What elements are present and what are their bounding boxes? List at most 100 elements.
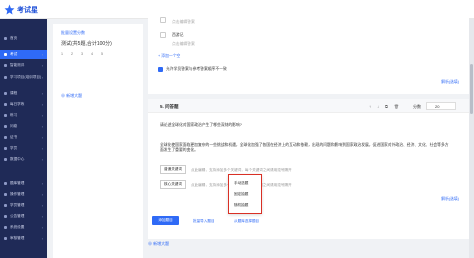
- add-section-label: 新增大题: [153, 241, 170, 246]
- sidebar-item[interactable]: 操作管理 ›: [0, 190, 47, 199]
- fill-blank-card: 点击编辑答案 西游记 点击编辑答案 + 添加一个空 允许学员答案与参考答案顺序不…: [148, 0, 469, 94]
- add-section-button[interactable]: ⊕ 新增大题: [61, 93, 82, 99]
- option-radio[interactable]: [160, 17, 166, 23]
- question-title: 5. 问答题: [160, 104, 179, 109]
- sidebar-item[interactable]: 证书 ›: [0, 133, 47, 142]
- sidebar-item[interactable]: 首页: [0, 34, 47, 43]
- question-number[interactable]: 1: [61, 52, 63, 56]
- sidebar-item[interactable]: 学员管理 ›: [0, 201, 47, 210]
- menu-icon: [4, 158, 7, 161]
- parse-link[interactable]: 解析(选填): [441, 197, 459, 202]
- sidebar-item[interactable]: 问卷 ›: [0, 122, 47, 131]
- menu-icon: [4, 92, 7, 95]
- chevron-icon: ›: [41, 135, 43, 140]
- star-logo-icon: [4, 4, 15, 15]
- option-text[interactable]: 西游记: [172, 33, 183, 38]
- dropdown-item-fixed[interactable]: 固定抽题: [234, 192, 248, 197]
- reference-answer[interactable]: 全球化使国家面临更加复杂的一些挑战和机遇，全球化加强了各国在经济上的互动和依赖，…: [160, 143, 450, 153]
- menu-icon: [4, 125, 7, 128]
- option-placeholder[interactable]: 点击编辑答案: [172, 20, 195, 25]
- essay-question-card: 5. 问答题 ↑ ↓ ⧉ 🗑 分数 20 请论述全球化对国家政治产生了哪些深刻的…: [148, 99, 469, 239]
- question-number[interactable]: 2: [71, 52, 73, 56]
- sidebar-item-label: 练习: [10, 113, 18, 117]
- batch-import-link[interactable]: 批量导入题目: [193, 219, 215, 224]
- chevron-icon: ›: [41, 225, 43, 230]
- dropdown-item-random[interactable]: 随机抽题: [234, 203, 248, 208]
- checkbox-label: 允许学员答案与参考答案顺序不一致: [166, 67, 227, 71]
- scrollbar-thumb[interactable]: [470, 64, 473, 114]
- question-number[interactable]: 4: [91, 52, 93, 56]
- option-placeholder[interactable]: 点击编辑答案: [172, 42, 195, 47]
- sidebar-item[interactable]: 课程 ›: [0, 89, 47, 98]
- add-section-button[interactable]: ⊕ 新增大题: [148, 241, 169, 247]
- menu-icon: [4, 64, 7, 67]
- sidebar-item-label: 问卷: [10, 124, 18, 128]
- sidebar-item-label: 系统设置: [10, 225, 25, 229]
- sidebar-item[interactable]: 数据中心 ›: [0, 155, 47, 164]
- sidebar-item[interactable]: 题库管理 ›: [0, 179, 47, 188]
- question-number[interactable]: 3: [81, 52, 83, 56]
- menu-icon: [4, 237, 7, 240]
- menu-icon: [4, 147, 7, 150]
- score-label: 分数: [413, 104, 421, 109]
- question-header: 5. 问答题 ↑ ↓ ⧉ 🗑 分数 20: [148, 99, 469, 113]
- chevron-icon: ›: [41, 236, 43, 241]
- chevron-icon: ›: [41, 203, 43, 208]
- sidebar-item[interactable]: 练习 ›: [0, 111, 47, 120]
- normal-keyword-button[interactable]: 普通关键词: [160, 165, 186, 174]
- normal-keyword-input[interactable]: 点此编辑，支持添加多个关键词，每个关键词之间请用逗号隔开: [191, 168, 292, 173]
- chevron-icon: ›: [41, 146, 43, 151]
- move-down-icon[interactable]: ↓: [377, 104, 379, 109]
- chevron-icon: ›: [41, 75, 43, 80]
- move-up-icon[interactable]: ↑: [369, 104, 371, 109]
- menu-icon: [4, 193, 7, 196]
- sidebar-item[interactable]: 公告管理 ›: [0, 212, 47, 221]
- checkbox-checked-icon[interactable]: [158, 67, 163, 72]
- parse-link[interactable]: 解析(选填): [441, 80, 459, 85]
- chevron-icon: ›: [41, 113, 43, 118]
- add-blank-label: 添加一个空: [161, 54, 181, 58]
- score-input[interactable]: 20: [426, 102, 456, 110]
- option-radio[interactable]: [160, 32, 166, 38]
- add-section-label: 新增大题: [66, 93, 83, 98]
- logo[interactable]: 考试星: [4, 4, 38, 15]
- menu-icon: [4, 204, 7, 207]
- sidebar-item[interactable]: 学习项目(培训项目) ›: [0, 73, 47, 82]
- chevron-icon: ›: [41, 52, 43, 57]
- scrollbar[interactable]: [469, 19, 474, 258]
- chevron-icon: ›: [41, 157, 43, 162]
- sidebar-item-label: 学员管理: [10, 203, 25, 207]
- copy-icon[interactable]: ⧉: [385, 104, 388, 109]
- chevron-icon: ›: [41, 124, 43, 129]
- menu-icon: [4, 76, 7, 79]
- pick-from-bank-link[interactable]: 从题库选择题目: [234, 219, 259, 224]
- order-checkbox-row[interactable]: 允许学员答案与参考答案顺序不一致: [158, 67, 227, 72]
- sidebar-item[interactable]: 智能测评 ›: [0, 61, 47, 70]
- chevron-icon: ›: [41, 192, 43, 197]
- question-number[interactable]: 5: [101, 52, 103, 56]
- sidebar-item-label: 操作管理: [10, 192, 25, 196]
- sidebar-item[interactable]: 系统设置 ›: [0, 223, 47, 232]
- sidebar-item[interactable]: 考试 ›: [0, 50, 47, 59]
- chevron-icon: ›: [41, 102, 43, 107]
- delete-icon[interactable]: 🗑: [394, 104, 399, 109]
- question-tools: ↑ ↓ ⧉ 🗑: [369, 104, 399, 109]
- menu-icon: [4, 103, 7, 106]
- sidebar-item[interactable]: 审核管理 ›: [0, 234, 47, 243]
- sidebar-item-label: 考试: [10, 52, 18, 56]
- sidebar-item-label: 学习项目(培训项目): [10, 75, 42, 79]
- menu-icon: [4, 215, 7, 218]
- batch-score-link[interactable]: 批量设置分数: [61, 30, 85, 36]
- core-keyword-button[interactable]: 核心关键词: [160, 180, 186, 189]
- exam-title: 测试(共5题,合计100分): [61, 41, 112, 47]
- add-blank-link[interactable]: + 添加一个空: [158, 54, 180, 59]
- sidebar-item[interactable]: 每日学练 ›: [0, 100, 47, 109]
- sidebar-item-label: 数据中心: [10, 157, 25, 161]
- add-question-dropdown: 手动选题 固定抽题 随机抽题: [228, 174, 262, 214]
- dropdown-item-manual[interactable]: 手动选题: [234, 181, 248, 186]
- sidebar-item[interactable]: 学员 ›: [0, 144, 47, 153]
- add-question-button[interactable]: 添加题目: [152, 216, 179, 225]
- sidebar-item-label: 每日学练: [10, 102, 25, 106]
- menu-icon: [4, 53, 7, 56]
- question-stem[interactable]: 请论述全球化对国家政治产生了哪些深刻的影响?: [160, 123, 242, 128]
